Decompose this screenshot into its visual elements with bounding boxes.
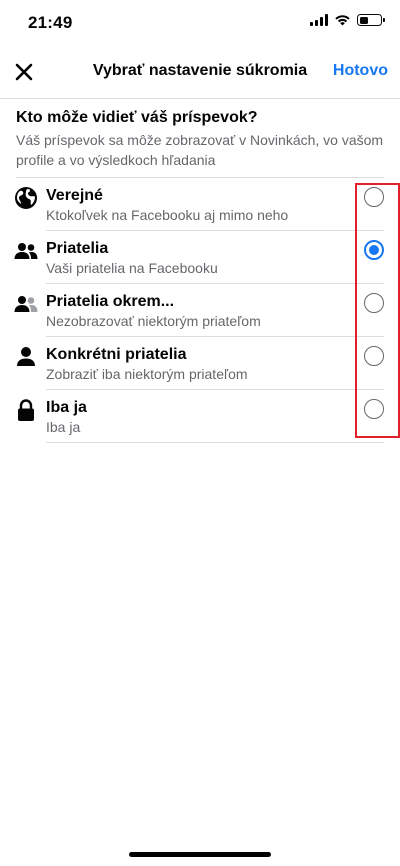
status-bar: 21:49: [0, 0, 400, 44]
done-button[interactable]: Hotovo: [333, 62, 388, 80]
option-friends-except[interactable]: Priatelia okrem... Nezobrazovať niektorý…: [0, 284, 400, 337]
option-description: Zobraziť iba niektorým priateľom: [46, 366, 248, 382]
option-specific-friends[interactable]: Konkrétni priatelia Zobraziť iba niektor…: [0, 337, 400, 390]
privacy-intro: Kto môže vidieť váš príspevok? Váš prísp…: [16, 108, 384, 170]
nav-bar: Vybrať nastavenie súkromia Hotovo: [0, 48, 400, 96]
battery-icon: [357, 14, 385, 26]
section-title: Kto môže vidieť váš príspevok?: [16, 109, 258, 126]
cellular-signal-icon: [310, 14, 328, 26]
option-label: Priatelia okrem...: [46, 293, 175, 310]
person-icon: [17, 347, 35, 366]
option-public[interactable]: Verejné Ktokoľvek na Facebooku aj mimo n…: [0, 178, 400, 231]
privacy-options-list: Verejné Ktokoľvek na Facebooku aj mimo n…: [0, 178, 400, 443]
status-icons: [310, 14, 385, 26]
home-indicator: [129, 852, 271, 857]
option-label: Verejné: [46, 187, 103, 204]
option-description: Iba ja: [46, 419, 81, 435]
option-label: Konkrétni priatelia: [46, 346, 187, 363]
option-label: Priatelia: [46, 240, 109, 257]
nav-divider: [0, 98, 400, 99]
friends-icon: [14, 243, 38, 259]
wifi-icon: [335, 15, 350, 26]
option-description: Vaši priatelia na Facebooku: [46, 260, 218, 276]
option-description: Nezobrazovať niektorým priateľom: [46, 313, 261, 329]
friends-except-icon: [14, 296, 38, 312]
section-description: Váš príspevok sa môže zobrazovať v Novin…: [16, 132, 384, 168]
option-friends[interactable]: Priatelia Vaši priatelia na Facebooku: [0, 231, 400, 284]
highlight-box: [355, 183, 400, 438]
option-only-me[interactable]: Iba ja Iba ja: [0, 390, 400, 443]
globe-icon: [15, 187, 37, 209]
option-description: Ktokoľvek na Facebooku aj mimo neho: [46, 207, 289, 223]
status-time: 21:49: [28, 13, 73, 32]
lock-icon: [18, 399, 34, 421]
option-divider: [46, 442, 384, 443]
option-label: Iba ja: [46, 399, 87, 416]
